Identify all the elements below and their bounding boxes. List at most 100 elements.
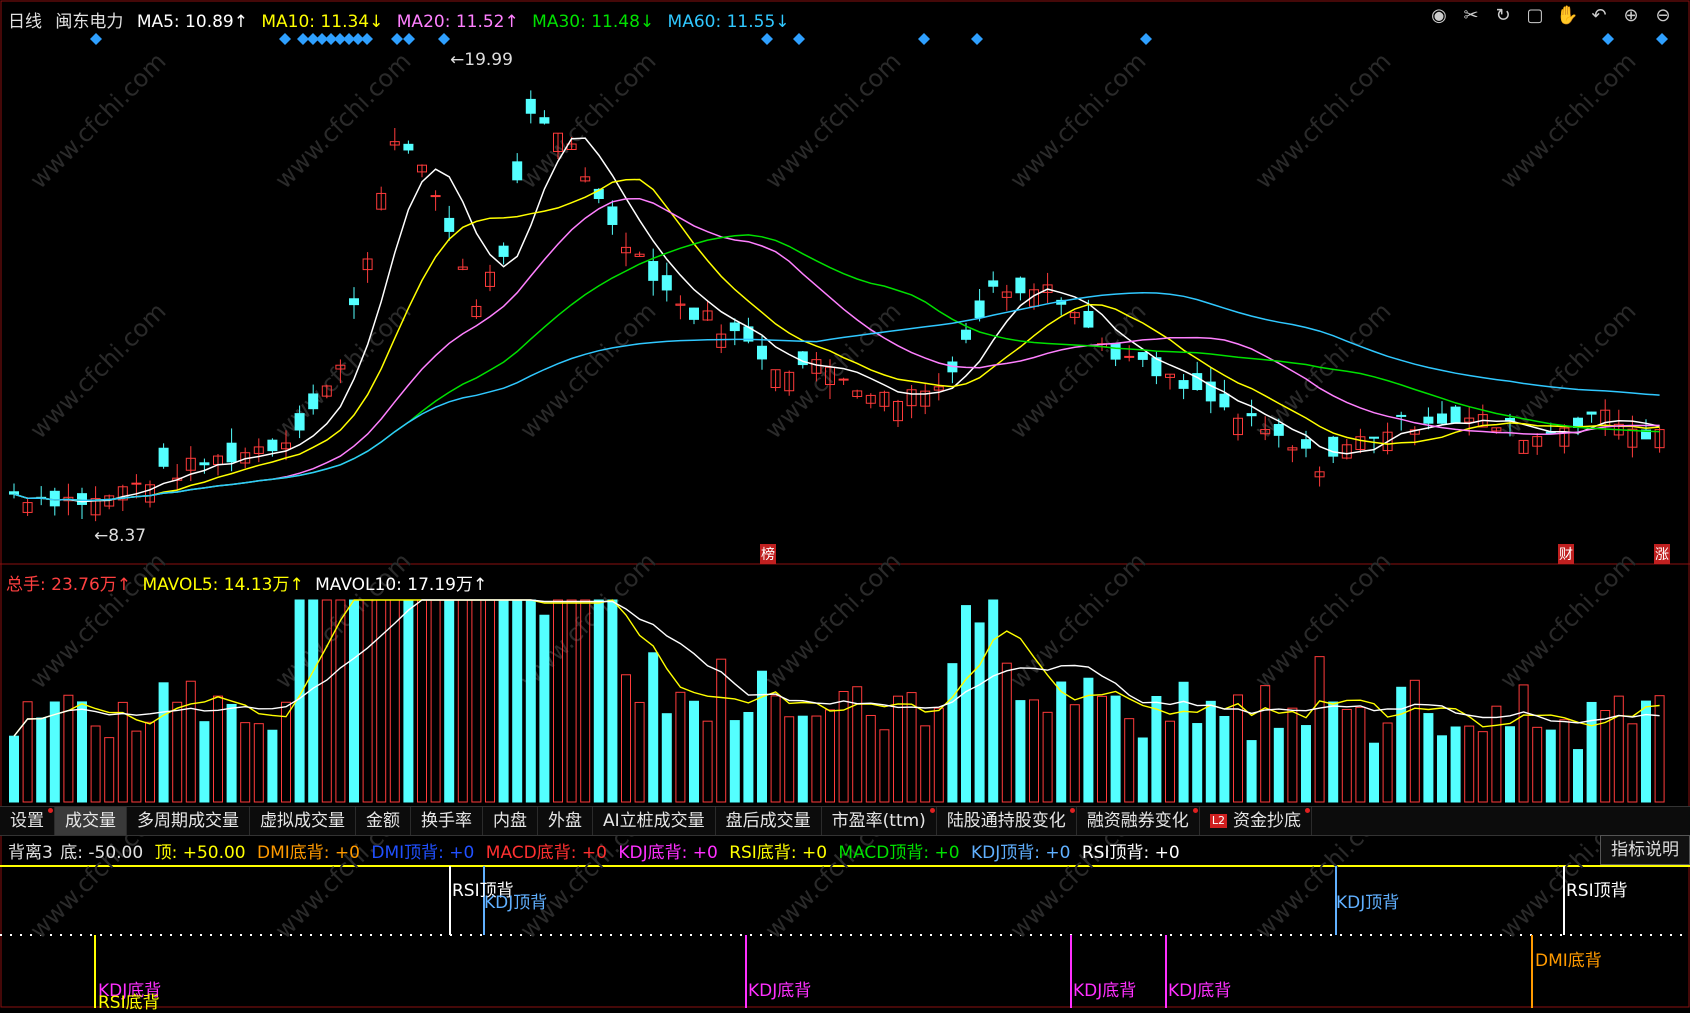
l2-badge: L2	[1209, 814, 1227, 828]
volume-bar	[1491, 705, 1502, 803]
volume-bar	[1641, 700, 1651, 803]
period-label[interactable]: 日线	[8, 12, 42, 32]
signal-rsi-top: RSI顶背	[1566, 881, 1628, 901]
tab-margin[interactable]: 融资融券变化	[1077, 807, 1200, 835]
volume-bar	[1627, 723, 1638, 803]
volume-bar	[879, 729, 890, 803]
signal-diamond	[761, 33, 773, 45]
watermark: www.cfchi.com	[1494, 47, 1641, 194]
signal-kdj-top: KDJ顶背	[484, 893, 548, 913]
tab-virtual-volume[interactable]: 虚拟成交量	[250, 807, 356, 835]
tab-ai-volume[interactable]: AI立桩成交量	[593, 807, 716, 835]
notification-dot	[1069, 808, 1075, 813]
candle-body	[1396, 414, 1407, 417]
eye-icon[interactable]: ◉	[1428, 5, 1450, 27]
tab-inner[interactable]: 内盘	[483, 807, 538, 835]
scissors-icon[interactable]: ✂	[1460, 5, 1482, 27]
signal-diamond	[279, 33, 291, 45]
signal-diamond	[438, 33, 450, 45]
ma30-value: MA30: 11.48↓	[532, 12, 655, 32]
watermark: www.cfchi.com	[759, 547, 906, 694]
volume-bar	[1437, 735, 1447, 803]
tab-northbound[interactable]: 陆股通持股变化	[937, 807, 1077, 835]
candle-body	[267, 439, 278, 452]
volume-bar	[716, 658, 727, 803]
volume-bar	[689, 700, 699, 803]
volume-bar	[988, 599, 999, 803]
candle-body	[1246, 413, 1257, 417]
volume-bar	[933, 707, 944, 803]
stock-name: 闽东电力	[55, 12, 124, 32]
volume-bar	[1559, 719, 1570, 803]
signal-diamond	[1602, 33, 1614, 45]
ma-legend: 日线 闽东电力 MA5: 10.89↑ MA10: 11.34↓ MA20: 1…	[8, 7, 798, 32]
event-marker-finance[interactable]: 财	[1558, 544, 1574, 564]
volume-bar	[349, 599, 359, 803]
volume-bar	[362, 599, 373, 803]
chart-toolbar: ◉ ✂ ↻ ▢ ✋ ↶ ⊕ ⊖	[1428, 5, 1674, 27]
tab-amount[interactable]: 金额	[356, 807, 411, 835]
tab-volume[interactable]: 成交量	[55, 807, 127, 835]
volume-bar	[213, 695, 223, 803]
watermark: www.cfchi.com	[269, 47, 416, 194]
refresh-icon[interactable]: ↻	[1492, 5, 1514, 27]
watermark: www.cfchi.com	[759, 47, 906, 194]
indicator-explain-button[interactable]: 指标说明	[1600, 835, 1690, 865]
volume-bar	[1178, 681, 1189, 803]
volume-bar	[1450, 726, 1461, 803]
tab-after-hours-volume[interactable]: 盘后成交量	[716, 807, 822, 835]
tab-turnover[interactable]: 换手率	[411, 807, 483, 835]
signal-diamond	[971, 33, 983, 45]
volume-bar	[661, 713, 672, 803]
mavol5-value: MAVOL5: 14.13万↑	[142, 575, 304, 595]
tab-multi-period-volume[interactable]: 多周期成交量	[127, 807, 250, 835]
tab-pe-ttm[interactable]: 市盈率(ttm)	[822, 807, 937, 835]
candle-body	[1273, 424, 1284, 436]
candle-body	[349, 298, 359, 306]
volume-bar	[811, 715, 822, 803]
candle-body	[1015, 277, 1026, 294]
watermark: www.cfchi.com	[1249, 47, 1396, 194]
volume-legend: 总手: 23.76万↑ MAVOL5: 14.13万↑ MAVOL10: 17.…	[6, 570, 493, 595]
candle-body	[294, 413, 305, 431]
volume-bar	[675, 691, 686, 803]
volume-bar	[253, 723, 264, 803]
ma5-value: MA5: 10.89↑	[136, 12, 248, 32]
volume-bar	[865, 714, 876, 803]
ma10-line	[13, 178, 1660, 502]
volume-bar	[376, 599, 387, 803]
ma20-value: MA20: 11.52↑	[396, 12, 519, 32]
volume-bar	[1355, 706, 1366, 803]
volume-bar	[1192, 723, 1203, 803]
price-low-label: ←8.37	[94, 526, 147, 546]
candle-body	[1219, 393, 1230, 408]
volume-bar	[185, 680, 196, 803]
undo-icon[interactable]: ↶	[1588, 5, 1610, 27]
candle-body	[49, 490, 60, 507]
candle-body	[1369, 436, 1379, 439]
candle-body	[498, 245, 509, 257]
volume-bar	[1464, 725, 1475, 803]
tab-outer[interactable]: 外盘	[538, 807, 593, 835]
lock-icon[interactable]: ▢	[1524, 5, 1546, 27]
zoom-in-icon[interactable]: ⊕	[1620, 5, 1642, 27]
tab-settings[interactable]: 设置	[0, 807, 55, 835]
volume-bar	[539, 614, 550, 803]
volume-bar	[1396, 686, 1407, 803]
signal-kdj-top: KDJ顶背	[1336, 893, 1400, 913]
watermark: www.cfchi.com	[1004, 297, 1151, 444]
rsi-top: RSI顶背: +0	[1081, 843, 1180, 863]
macd-bottom: MACD底背: +0	[485, 843, 607, 863]
candle-body	[1301, 439, 1311, 449]
event-marker-limit-up[interactable]: 涨	[1654, 544, 1670, 564]
volume-bar	[240, 722, 251, 803]
kdj-top: KDJ顶背: +0	[970, 843, 1071, 863]
watermark: www.cfchi.com	[24, 297, 171, 444]
volume-bar	[457, 599, 468, 803]
hand-icon[interactable]: ✋	[1556, 5, 1578, 27]
tab-capital-bottom[interactable]: L2 资金抄底	[1200, 807, 1312, 835]
candle-body	[131, 482, 142, 485]
event-marker-rank[interactable]: 榜	[760, 544, 776, 564]
zoom-out-icon[interactable]: ⊖	[1652, 5, 1674, 27]
watermark: www.cfchi.com	[514, 47, 661, 194]
